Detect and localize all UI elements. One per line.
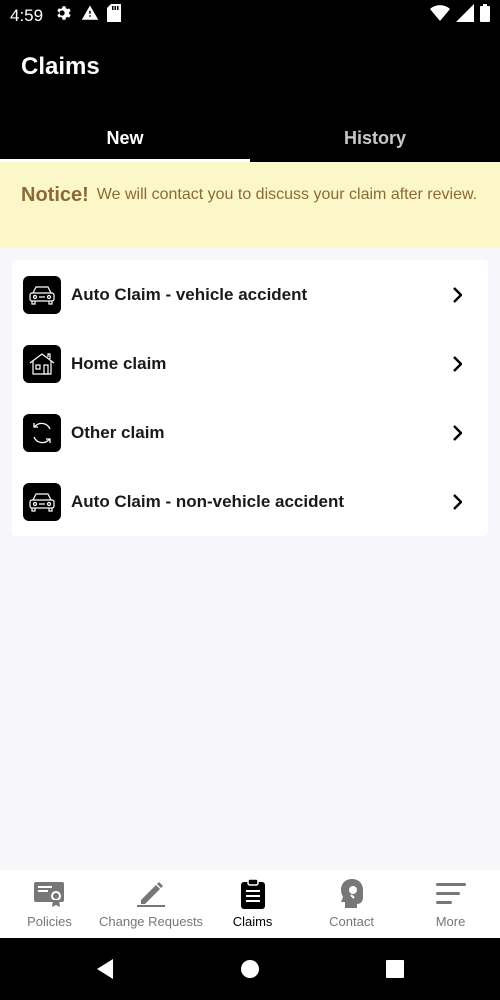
recents-button[interactable] (323, 959, 468, 979)
claim-item-home[interactable]: Home claim (12, 329, 488, 398)
car-icon (23, 275, 61, 314)
notice-label: Notice! (21, 184, 89, 206)
home-circle-icon (241, 960, 259, 978)
back-triangle-icon (97, 959, 113, 979)
nav-label: Change Requests (98, 914, 204, 929)
battery-icon (480, 4, 490, 27)
tab-new[interactable]: New (0, 115, 250, 162)
clipboard-icon (240, 878, 266, 910)
claim-item-auto-vehicle[interactable]: Auto Claim - vehicle accident (12, 260, 488, 329)
claim-item-label: Home claim (71, 353, 167, 373)
tab-bar: New History (0, 115, 500, 162)
support-head-icon (338, 878, 366, 910)
house-icon (23, 344, 61, 383)
recents-square-icon (386, 960, 404, 978)
claim-list: Auto Claim - vehicle accident Home claim… (12, 260, 488, 536)
status-bar: 4:59 (0, 0, 500, 31)
status-left-icons (55, 4, 122, 27)
tab-history[interactable]: History (250, 115, 500, 162)
claim-item-auto-non-vehicle[interactable]: Auto Claim - non-vehicle accident (12, 467, 488, 536)
nav-label: Policies (27, 914, 72, 929)
back-button[interactable] (33, 958, 178, 980)
chevron-right-icon (450, 355, 464, 373)
home-button[interactable] (178, 959, 323, 979)
nav-item-claims[interactable]: Claims (203, 870, 302, 938)
car-icon (23, 482, 61, 521)
bottom-nav: Policies Change Requests Claims Contact … (0, 870, 500, 938)
nav-label: Claims (232, 914, 273, 929)
nav-label: Contact (329, 914, 374, 929)
app-bar: Claims New History (0, 31, 500, 162)
claim-item-label: Other claim (71, 422, 165, 442)
notice-banner: Notice! We will contact you to discuss y… (0, 162, 500, 248)
chevron-right-icon (450, 286, 464, 304)
refresh-icon (23, 413, 61, 452)
nav-item-contact[interactable]: Contact (302, 870, 401, 938)
certificate-icon (33, 878, 65, 910)
notice-text: We will contact you to discuss your clai… (96, 186, 478, 203)
status-right-icons (430, 4, 490, 27)
signal-icon (456, 4, 474, 27)
chevron-right-icon (450, 424, 464, 442)
gear-icon (55, 4, 73, 27)
pen-icon (135, 878, 167, 910)
wifi-icon (430, 5, 450, 26)
claim-item-label: Auto Claim - vehicle accident (71, 284, 308, 304)
claim-item-label: Auto Claim - non-vehicle accident (71, 491, 344, 511)
warning-icon (81, 4, 99, 27)
nav-item-change-requests[interactable]: Change Requests (99, 870, 203, 938)
chevron-right-icon (450, 493, 464, 511)
claim-item-other[interactable]: Other claim (12, 398, 488, 467)
status-time: 4:59 (10, 5, 44, 25)
nav-item-policies[interactable]: Policies (0, 870, 99, 938)
sd-card-icon (107, 4, 122, 27)
menu-lines-icon (435, 878, 467, 910)
nav-label: More (435, 914, 466, 929)
nav-item-more[interactable]: More (401, 870, 500, 938)
system-nav-bar (0, 938, 500, 1000)
page-title: Claims (21, 53, 100, 80)
